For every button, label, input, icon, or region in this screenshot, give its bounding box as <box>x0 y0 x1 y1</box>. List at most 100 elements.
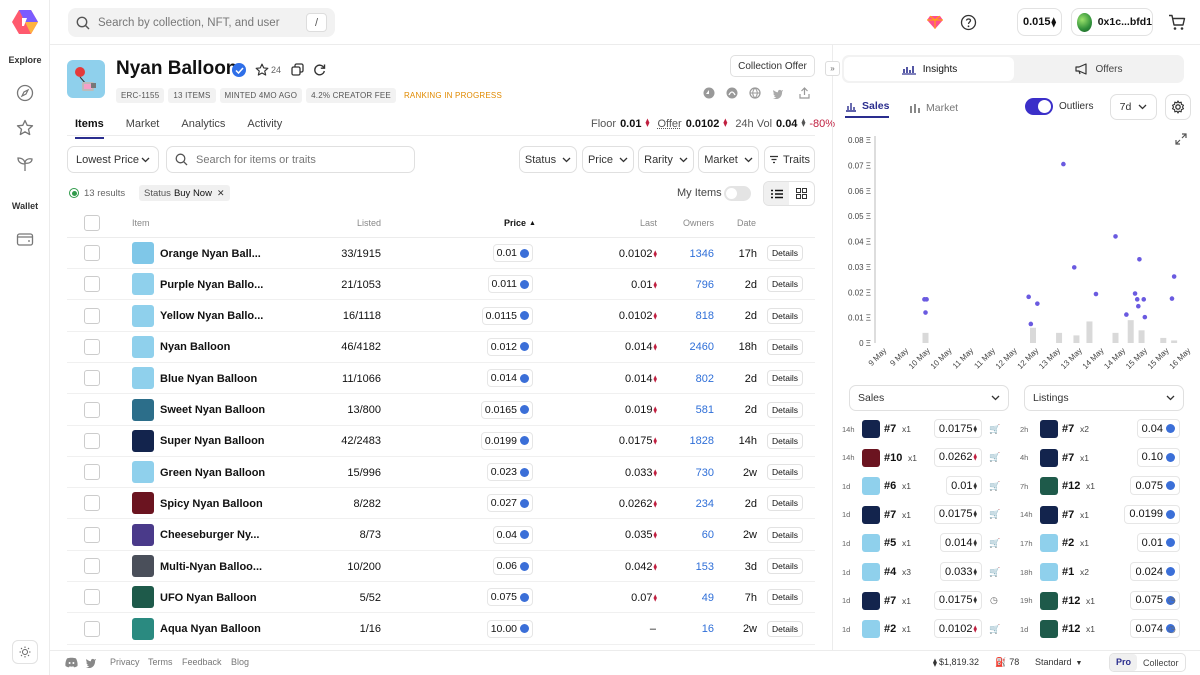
table-row[interactable]: Nyan Balloon 46/4182 0.012 0.014 ⧫ 2460 1… <box>67 332 815 363</box>
details-button[interactable]: Details <box>767 620 803 637</box>
cart-icon[interactable]: 🛒 <box>989 502 1000 528</box>
table-row[interactable]: Sweet Nyan Balloon 13/800 0.0165 0.019 ⧫ … <box>67 395 815 426</box>
filter-status-button[interactable]: Status <box>519 146 577 173</box>
collapse-panel-icon[interactable]: » <box>825 61 840 76</box>
row-checkbox[interactable] <box>84 495 100 512</box>
item-name[interactable]: Purple Nyan Ballo... <box>160 269 263 300</box>
star-icon[interactable] <box>15 118 35 138</box>
row-checkbox[interactable] <box>84 401 100 418</box>
item-name[interactable]: Sweet Nyan Balloon <box>160 395 265 426</box>
listing-item[interactable]: 1d #12 x1 0.074 ◷ <box>1020 616 1180 642</box>
row-checkbox[interactable] <box>84 307 100 324</box>
table-row[interactable]: Super Nyan Balloon 42/2483 0.0199 0.0175… <box>67 426 815 457</box>
details-button[interactable]: Details <box>767 401 803 418</box>
item-owners[interactable]: 2460 <box>690 332 714 363</box>
row-checkbox[interactable] <box>84 526 100 543</box>
row-checkbox[interactable] <box>84 276 100 293</box>
details-button[interactable]: Details <box>767 307 803 324</box>
item-owners[interactable]: 16 <box>702 614 714 645</box>
sale-item[interactable]: 1d #7 x1 0.0175 ⧫ ◷ <box>842 588 1002 614</box>
gas-mode-select[interactable]: Standard ▼ <box>1035 657 1082 667</box>
col-owners[interactable]: Owners <box>683 208 714 238</box>
item-price[interactable]: 0.0199 <box>480 431 533 450</box>
details-button[interactable]: Details <box>767 464 803 481</box>
col-last[interactable]: Last <box>640 208 657 238</box>
details-button[interactable]: Details <box>767 495 803 512</box>
close-icon[interactable]: ✕ <box>217 188 225 199</box>
twitter-icon[interactable] <box>772 87 784 99</box>
listing-item[interactable]: 18h #1 x2 0.024 <box>1020 559 1180 585</box>
item-name[interactable]: UFO Nyan Balloon <box>160 582 257 613</box>
details-button[interactable]: Details <box>767 589 803 606</box>
listing-item[interactable]: 17h #2 x1 0.01 <box>1020 530 1180 556</box>
listings-dropdown[interactable]: Listings <box>1024 385 1184 411</box>
share-icon[interactable] <box>799 87 810 99</box>
details-button[interactable]: Details <box>767 558 803 574</box>
item-price[interactable]: 0.075 <box>486 588 533 607</box>
item-price[interactable]: 0.0165 <box>480 400 533 419</box>
item-price[interactable]: 0.0115 <box>481 306 533 325</box>
subtab-sales[interactable]: Sales <box>845 98 890 118</box>
twitter-icon[interactable] <box>85 657 97 668</box>
cart-icon[interactable]: 🛒 <box>989 616 1000 642</box>
table-row[interactable]: Purple Nyan Ballo... 21/1053 0.011 0.01 ⧫… <box>67 269 815 301</box>
item-search-input[interactable]: Search for items or traits <box>166 146 415 173</box>
refresh-icon[interactable] <box>313 63 326 76</box>
details-button[interactable]: Details <box>767 432 803 449</box>
sale-item[interactable]: 1d #4 x3 0.033 ⧫ 🛒 <box>842 559 1002 585</box>
item-owners[interactable]: 796 <box>696 269 714 300</box>
sale-item[interactable]: 1d #7 x1 0.0175 ⧫ 🛒 <box>842 502 1002 528</box>
copy-icon[interactable] <box>291 63 304 76</box>
filter-rarity-button[interactable]: Rarity <box>638 146 694 173</box>
item-price[interactable]: 0.027 <box>486 494 533 513</box>
item-name[interactable]: Green Nyan Balloon <box>160 457 265 488</box>
sprout-icon[interactable] <box>15 154 35 174</box>
row-checkbox[interactable] <box>84 245 100 261</box>
item-owners[interactable]: 581 <box>696 395 714 426</box>
footer-link-feedback[interactable]: Feedback <box>182 657 222 667</box>
cart-icon[interactable]: 🛒 <box>989 416 1000 442</box>
item-price[interactable]: 0.04 <box>492 525 533 544</box>
item-owners[interactable]: 234 <box>696 488 714 519</box>
filter-price-button[interactable]: Price <box>582 146 634 173</box>
col-listed[interactable]: Listed <box>357 208 381 238</box>
outliers-toggle[interactable] <box>1025 98 1053 115</box>
item-owners[interactable]: 153 <box>696 551 714 582</box>
row-checkbox[interactable] <box>84 558 100 574</box>
sales-dropdown[interactable]: Sales <box>849 385 1009 411</box>
sort-select[interactable]: Lowest Price <box>67 146 159 173</box>
row-checkbox[interactable] <box>84 464 100 481</box>
item-price[interactable]: 0.014 <box>486 369 533 388</box>
footer-link-privacy[interactable]: Privacy <box>110 657 140 667</box>
favorite-star-icon[interactable] <box>255 63 269 77</box>
table-row[interactable]: Blue Nyan Balloon 11/1066 0.014 0.014 ⧫ 8… <box>67 363 815 395</box>
row-checkbox[interactable] <box>84 370 100 387</box>
expand-icon[interactable] <box>1174 132 1188 146</box>
table-row[interactable]: UFO Nyan Balloon 5/52 0.075 0.07 ⧫ 49 7h … <box>67 582 815 614</box>
item-name[interactable]: Spicy Nyan Balloon <box>160 488 263 519</box>
table-row[interactable]: Orange Nyan Ball... 33/1915 0.01 0.0102 ⧫… <box>67 238 815 269</box>
table-row[interactable]: Yellow Nyan Ballo... 16/1118 0.0115 0.01… <box>67 301 815 332</box>
pro-mode-button[interactable]: Pro <box>1110 654 1138 671</box>
details-button[interactable]: Details <box>767 370 803 387</box>
marketplace-icon[interactable] <box>726 87 738 99</box>
item-name[interactable]: Cheeseburger Ny... <box>160 520 259 551</box>
item-name[interactable]: Super Nyan Balloon <box>160 426 265 457</box>
discord-icon[interactable] <box>65 657 78 668</box>
row-checkbox[interactable] <box>84 620 100 637</box>
item-price[interactable]: 0.06 <box>492 557 533 575</box>
item-owners[interactable]: 802 <box>696 363 714 394</box>
subtab-market[interactable]: Market <box>909 98 958 118</box>
item-name[interactable]: Yellow Nyan Ballo... <box>160 301 263 332</box>
table-row[interactable]: Green Nyan Balloon 15/996 0.023 0.033 ⧫ 7… <box>67 457 815 489</box>
compass-icon[interactable] <box>15 83 35 103</box>
item-owners[interactable]: 818 <box>696 301 714 332</box>
listing-item[interactable]: 19h #12 x1 0.075 ◷ <box>1020 588 1180 614</box>
balance-button[interactable]: 0.015 ⧫ <box>1017 8 1062 36</box>
sale-item[interactable]: 14h #10 x1 0.0262 ⧫ 🛒 <box>842 445 1002 471</box>
sale-item[interactable]: 1d #2 x1 0.0102 ⧫ 🛒 <box>842 616 1002 642</box>
cart-icon[interactable]: 🛒 <box>989 473 1000 499</box>
wallet-button[interactable]: 0x1c...bfd1 <box>1071 8 1153 36</box>
col-price[interactable]: Price ▲ <box>504 208 536 238</box>
item-owners[interactable]: 730 <box>696 457 714 488</box>
